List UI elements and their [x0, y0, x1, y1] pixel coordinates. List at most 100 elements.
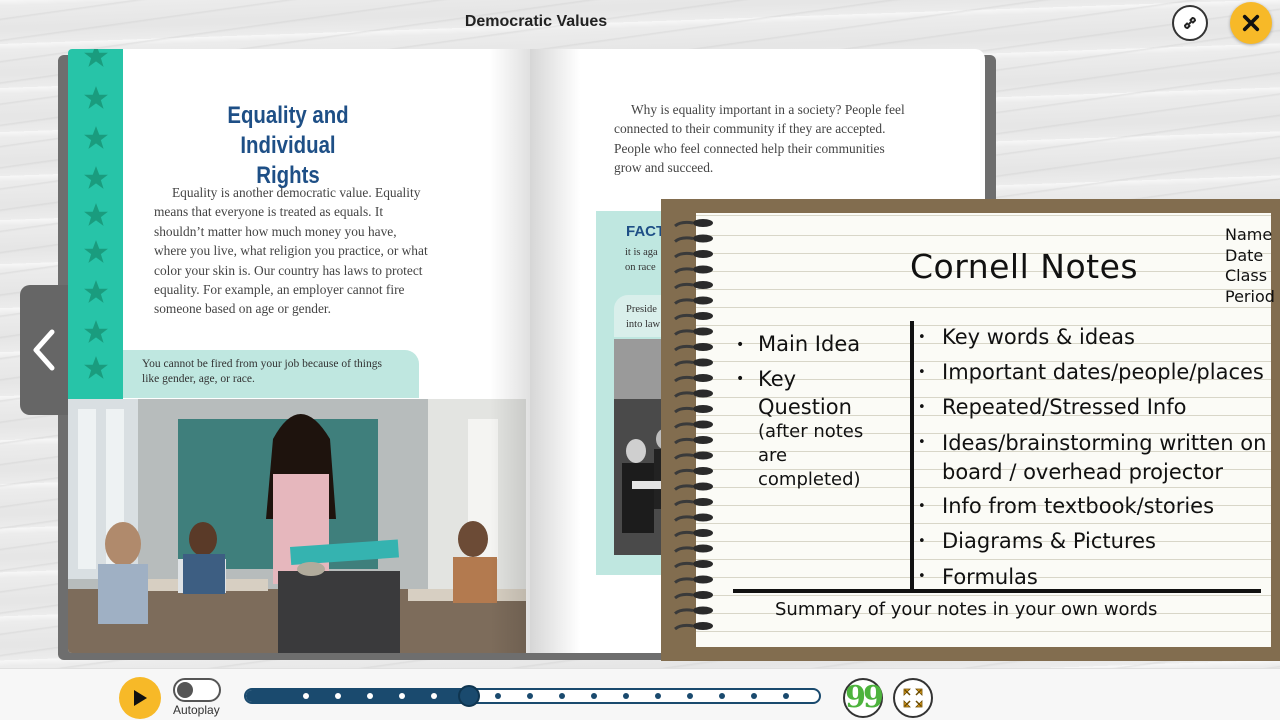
progress-dot[interactable]	[591, 693, 597, 699]
page-title: Democratic Values	[464, 13, 608, 30]
bullet-icon: •	[918, 329, 926, 345]
meta-line: Date	[1225, 245, 1264, 265]
text-line: connected to their community if they are…	[614, 121, 886, 137]
note-text: Repeated/Stressed Info	[942, 395, 1187, 420]
caption-line: into law	[626, 319, 661, 330]
page-gutter-shadow	[490, 49, 530, 653]
spiral-wire	[674, 453, 694, 460]
note-text: board / overhead projector	[942, 459, 1223, 484]
cue-text: completed)	[758, 469, 861, 490]
spiral-wire	[674, 499, 694, 507]
spiral-wire	[674, 515, 694, 522]
bullet-icon: •	[918, 534, 926, 550]
copy-link-button[interactable]	[1172, 5, 1208, 41]
bullet-icon: •	[918, 435, 926, 451]
quote-button[interactable]: 99	[843, 678, 884, 718]
right-paragraph: Why is equality important in a society? …	[614, 100, 905, 178]
spiral-wire	[674, 282, 694, 290]
fullscreen-button[interactable]	[893, 678, 933, 718]
meta-line: Period	[1225, 286, 1275, 306]
note-item: • Formulas	[918, 560, 1266, 595]
spiral-wire	[674, 391, 694, 398]
cue-text: are	[758, 445, 788, 466]
progress-dot[interactable]	[335, 693, 341, 699]
title-bar: Democratic Values	[0, 0, 1280, 44]
autoplay-toggle[interactable]	[173, 678, 221, 702]
star-stripe	[68, 49, 123, 399]
play-button[interactable]	[119, 677, 161, 719]
star-icon	[84, 49, 108, 67]
spiral-coil	[693, 606, 713, 615]
left-page: Equality and Individual Rights Equality …	[68, 49, 530, 653]
note-text: Info from textbook/stories	[942, 494, 1215, 519]
star-icon	[84, 320, 108, 343]
progress-dot[interactable]	[367, 693, 373, 699]
spiral-coil	[693, 265, 713, 274]
notes-paper: Cornell Notes Name Date Class Period • Ma…	[696, 213, 1275, 647]
player-bar: Autoplay 99	[0, 668, 1280, 720]
fact-title: FACT	[626, 223, 666, 240]
spiral-coil	[693, 513, 713, 522]
notes-column: • Key words & ideas • Important dates/peop…	[918, 320, 1266, 595]
progress-handle[interactable]	[458, 685, 481, 707]
spiral-coil	[693, 281, 713, 289]
progress-dot[interactable]	[719, 693, 725, 699]
progress-dot[interactable]	[623, 693, 629, 699]
text-line: someone based on age or gender.	[154, 301, 331, 317]
spiral-wire	[674, 608, 694, 615]
text-line: color your skin is. Our country has laws…	[154, 262, 423, 278]
spiral-coil	[693, 529, 713, 537]
star-icon	[84, 356, 108, 379]
page-progress-slider[interactable]	[244, 685, 821, 707]
text-line: grow and succeed.	[614, 160, 714, 176]
notes-summary: Summary of your notes in your own words	[775, 599, 1158, 620]
spiral-wire	[674, 344, 694, 352]
progress-dot[interactable]	[495, 693, 501, 699]
progress-dot[interactable]	[527, 693, 533, 699]
close-button[interactable]	[1230, 2, 1272, 44]
fact-line: on race	[625, 262, 656, 273]
progress-dot[interactable]	[399, 693, 405, 699]
cue-item: • Key	[736, 367, 863, 393]
spiral-wire	[674, 422, 694, 429]
note-item: • Diagrams & Pictures	[918, 524, 1266, 559]
spiral-wire	[674, 251, 694, 259]
spiral-coil	[693, 467, 713, 475]
progress-dot[interactable]	[303, 693, 309, 699]
previous-page-button[interactable]	[20, 285, 68, 415]
star-icon	[84, 166, 108, 189]
spiral-coil	[693, 498, 713, 506]
office-photo-illustration	[68, 399, 526, 653]
spiral-wire	[674, 623, 694, 631]
cue-text: Key	[758, 366, 797, 391]
progress-dot[interactable]	[687, 693, 693, 699]
spiral-coil	[693, 296, 713, 305]
caption-line: You cannot be fired from your job becaus…	[142, 358, 382, 370]
spiral-coil	[693, 343, 713, 351]
star-icon	[84, 240, 108, 263]
spiral-coil	[693, 622, 713, 630]
progress-dot[interactable]	[559, 693, 565, 699]
spiral-coil	[693, 482, 713, 491]
chapter-title: Equality and Individual Rights	[212, 101, 365, 191]
progress-dot[interactable]	[751, 693, 757, 699]
play-icon	[134, 690, 147, 706]
note-text: Important dates/people/places	[942, 360, 1264, 385]
spiral-wire	[674, 577, 694, 584]
spiral-wire	[674, 561, 694, 569]
spiral-binding	[674, 219, 713, 631]
note-text: Formulas	[942, 564, 1038, 589]
spiral-wire	[674, 360, 694, 367]
text-line: shouldn’t matter how much money you have…	[154, 223, 397, 239]
bullet-icon: •	[918, 569, 926, 585]
progress-dot[interactable]	[431, 693, 437, 699]
progress-dot[interactable]	[783, 693, 789, 699]
text-line: where you live, what religion you practi…	[154, 243, 428, 259]
progress-dot[interactable]	[655, 693, 661, 699]
spiral-wire	[674, 375, 694, 383]
quote-icon: 99	[845, 680, 884, 715]
cue-column: • Main Idea • Key Question (after notes ar…	[736, 332, 863, 492]
star-icon	[84, 280, 108, 303]
spiral-coil	[693, 405, 713, 413]
cue-item: • Main Idea	[736, 332, 863, 358]
